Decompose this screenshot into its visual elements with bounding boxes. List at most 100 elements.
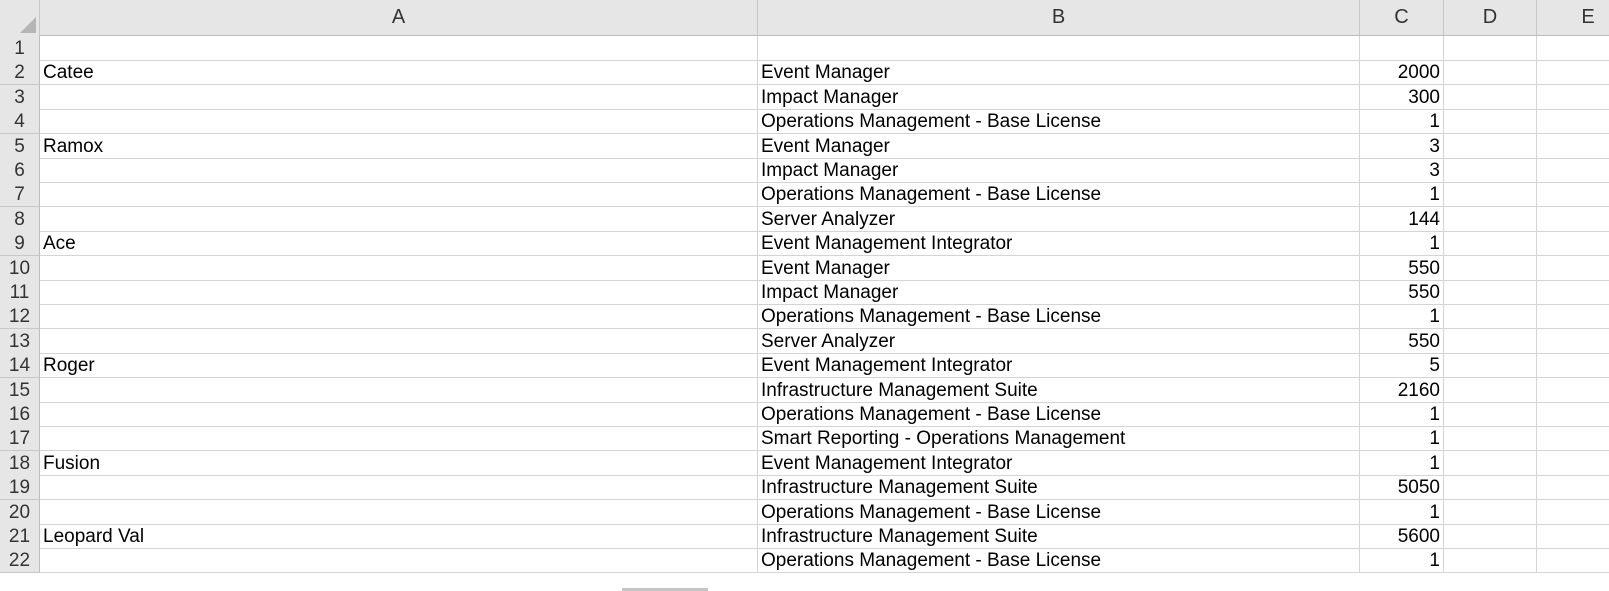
cell-b[interactable]: Operations Management - Base License bbox=[758, 499, 1360, 525]
cell-b[interactable]: Event Manager bbox=[758, 133, 1360, 159]
row-header[interactable]: 9 bbox=[0, 231, 40, 257]
cell-d[interactable] bbox=[1444, 377, 1537, 403]
cell-b[interactable]: Infrastructure Management Suite bbox=[758, 377, 1360, 403]
row-header[interactable]: 15 bbox=[0, 377, 40, 403]
cell-a[interactable] bbox=[40, 280, 758, 305]
cell-a[interactable]: Roger bbox=[40, 353, 758, 379]
row-header[interactable]: 17 bbox=[0, 426, 40, 452]
cell-d[interactable] bbox=[1444, 60, 1537, 86]
cell-b[interactable]: Server Analyzer bbox=[758, 206, 1360, 232]
cell-b[interactable]: Infrastructure Management Suite bbox=[758, 524, 1360, 549]
cell-a[interactable] bbox=[40, 499, 758, 525]
cell-e[interactable] bbox=[1537, 475, 1609, 501]
cell-e[interactable] bbox=[1537, 231, 1609, 257]
cell-c[interactable] bbox=[1360, 36, 1444, 61]
cell-b[interactable]: Event Manager bbox=[758, 255, 1360, 281]
row-header[interactable]: 4 bbox=[0, 109, 40, 135]
cell-d[interactable] bbox=[1444, 133, 1537, 159]
cell-c[interactable]: 5050 bbox=[1360, 475, 1444, 501]
cell-d[interactable] bbox=[1444, 36, 1537, 61]
cell-d[interactable] bbox=[1444, 353, 1537, 379]
row-header[interactable]: 3 bbox=[0, 84, 40, 110]
cell-a[interactable] bbox=[40, 255, 758, 281]
cell-d[interactable] bbox=[1444, 499, 1537, 525]
cell-a[interactable]: Leopard Val bbox=[40, 524, 758, 549]
cell-a[interactable]: Ace bbox=[40, 231, 758, 257]
cell-e[interactable] bbox=[1537, 182, 1609, 208]
cell-a[interactable] bbox=[40, 377, 758, 403]
cell-d[interactable] bbox=[1444, 475, 1537, 501]
cell-e[interactable] bbox=[1537, 402, 1609, 427]
cell-c[interactable]: 3 bbox=[1360, 158, 1444, 183]
row-header[interactable]: 6 bbox=[0, 158, 40, 183]
cell-c[interactable]: 3 bbox=[1360, 133, 1444, 159]
cell-e[interactable] bbox=[1537, 426, 1609, 452]
cell-a[interactable] bbox=[40, 109, 758, 135]
cell-a[interactable] bbox=[40, 182, 758, 208]
cell-d[interactable] bbox=[1444, 548, 1537, 574]
row-header[interactable]: 5 bbox=[0, 133, 40, 159]
cell-c[interactable]: 550 bbox=[1360, 255, 1444, 281]
column-header-d[interactable]: D bbox=[1444, 0, 1537, 35]
cell-c[interactable]: 550 bbox=[1360, 280, 1444, 305]
cell-c[interactable]: 144 bbox=[1360, 206, 1444, 232]
row-header[interactable]: 11 bbox=[0, 280, 40, 305]
cell-c[interactable]: 2000 bbox=[1360, 60, 1444, 86]
row-header[interactable]: 8 bbox=[0, 206, 40, 232]
cell-c[interactable]: 1 bbox=[1360, 548, 1444, 574]
cell-e[interactable] bbox=[1537, 60, 1609, 86]
cell-e[interactable] bbox=[1537, 524, 1609, 549]
cell-b[interactable]: Operations Management - Base License bbox=[758, 548, 1360, 574]
column-header-e[interactable]: E bbox=[1537, 0, 1609, 35]
cell-a[interactable] bbox=[40, 328, 758, 354]
row-header[interactable]: 18 bbox=[0, 450, 40, 476]
cell-c[interactable]: 2160 bbox=[1360, 377, 1444, 403]
cell-e[interactable] bbox=[1537, 548, 1609, 574]
cell-a[interactable] bbox=[40, 84, 758, 110]
cell-b[interactable]: Operations Management - Base License bbox=[758, 402, 1360, 427]
cell-c[interactable]: 1 bbox=[1360, 231, 1444, 257]
row-header[interactable]: 19 bbox=[0, 475, 40, 501]
cell-a[interactable]: Catee bbox=[40, 60, 758, 86]
cell-b[interactable]: Event Manager bbox=[758, 60, 1360, 86]
cell-d[interactable] bbox=[1444, 402, 1537, 427]
cell-b[interactable]: Event Management Integrator bbox=[758, 231, 1360, 257]
cell-d[interactable] bbox=[1444, 109, 1537, 135]
cell-e[interactable] bbox=[1537, 378, 1609, 403]
cell-e[interactable] bbox=[1537, 500, 1609, 525]
cell-e[interactable] bbox=[1537, 207, 1609, 232]
row-header[interactable]: 16 bbox=[0, 402, 40, 427]
cell-e[interactable] bbox=[1537, 329, 1609, 354]
cell-d[interactable] bbox=[1444, 426, 1537, 452]
cell-d[interactable] bbox=[1444, 84, 1537, 110]
cell-a[interactable] bbox=[40, 206, 758, 232]
row-header[interactable]: 7 bbox=[0, 182, 40, 208]
column-header-c[interactable]: C bbox=[1360, 0, 1444, 35]
cell-b[interactable]: Operations Management - Base License bbox=[758, 304, 1360, 330]
cell-d[interactable] bbox=[1444, 280, 1537, 305]
cell-b[interactable]: Server Analyzer bbox=[758, 328, 1360, 354]
cell-e[interactable] bbox=[1537, 304, 1609, 330]
cell-d[interactable] bbox=[1444, 206, 1537, 232]
cell-d[interactable] bbox=[1444, 182, 1537, 208]
cell-b[interactable]: Infrastructure Management Suite bbox=[758, 475, 1360, 501]
row-header[interactable]: 10 bbox=[0, 255, 40, 281]
cell-c[interactable]: 1 bbox=[1360, 426, 1444, 452]
cell-a[interactable] bbox=[40, 475, 758, 501]
cell-b[interactable]: Operations Management - Base License bbox=[758, 109, 1360, 135]
cell-b[interactable]: Impact Manager bbox=[758, 84, 1360, 110]
cell-b[interactable]: Event Management Integrator bbox=[758, 450, 1360, 476]
row-header[interactable]: 22 bbox=[0, 548, 40, 574]
cell-a[interactable] bbox=[40, 304, 758, 330]
cell-e[interactable] bbox=[1537, 353, 1609, 379]
cell-a[interactable]: Fusion bbox=[40, 450, 758, 476]
cell-d[interactable] bbox=[1444, 304, 1537, 330]
cell-e[interactable] bbox=[1537, 158, 1609, 183]
cell-e[interactable] bbox=[1537, 451, 1609, 476]
cell-e[interactable] bbox=[1537, 280, 1609, 305]
cell-c[interactable]: 550 bbox=[1360, 328, 1444, 354]
cell-a[interactable] bbox=[40, 402, 758, 427]
cell-d[interactable] bbox=[1444, 328, 1537, 354]
cell-b[interactable]: Operations Management - Base License bbox=[758, 182, 1360, 208]
cell-a[interactable] bbox=[40, 548, 758, 574]
